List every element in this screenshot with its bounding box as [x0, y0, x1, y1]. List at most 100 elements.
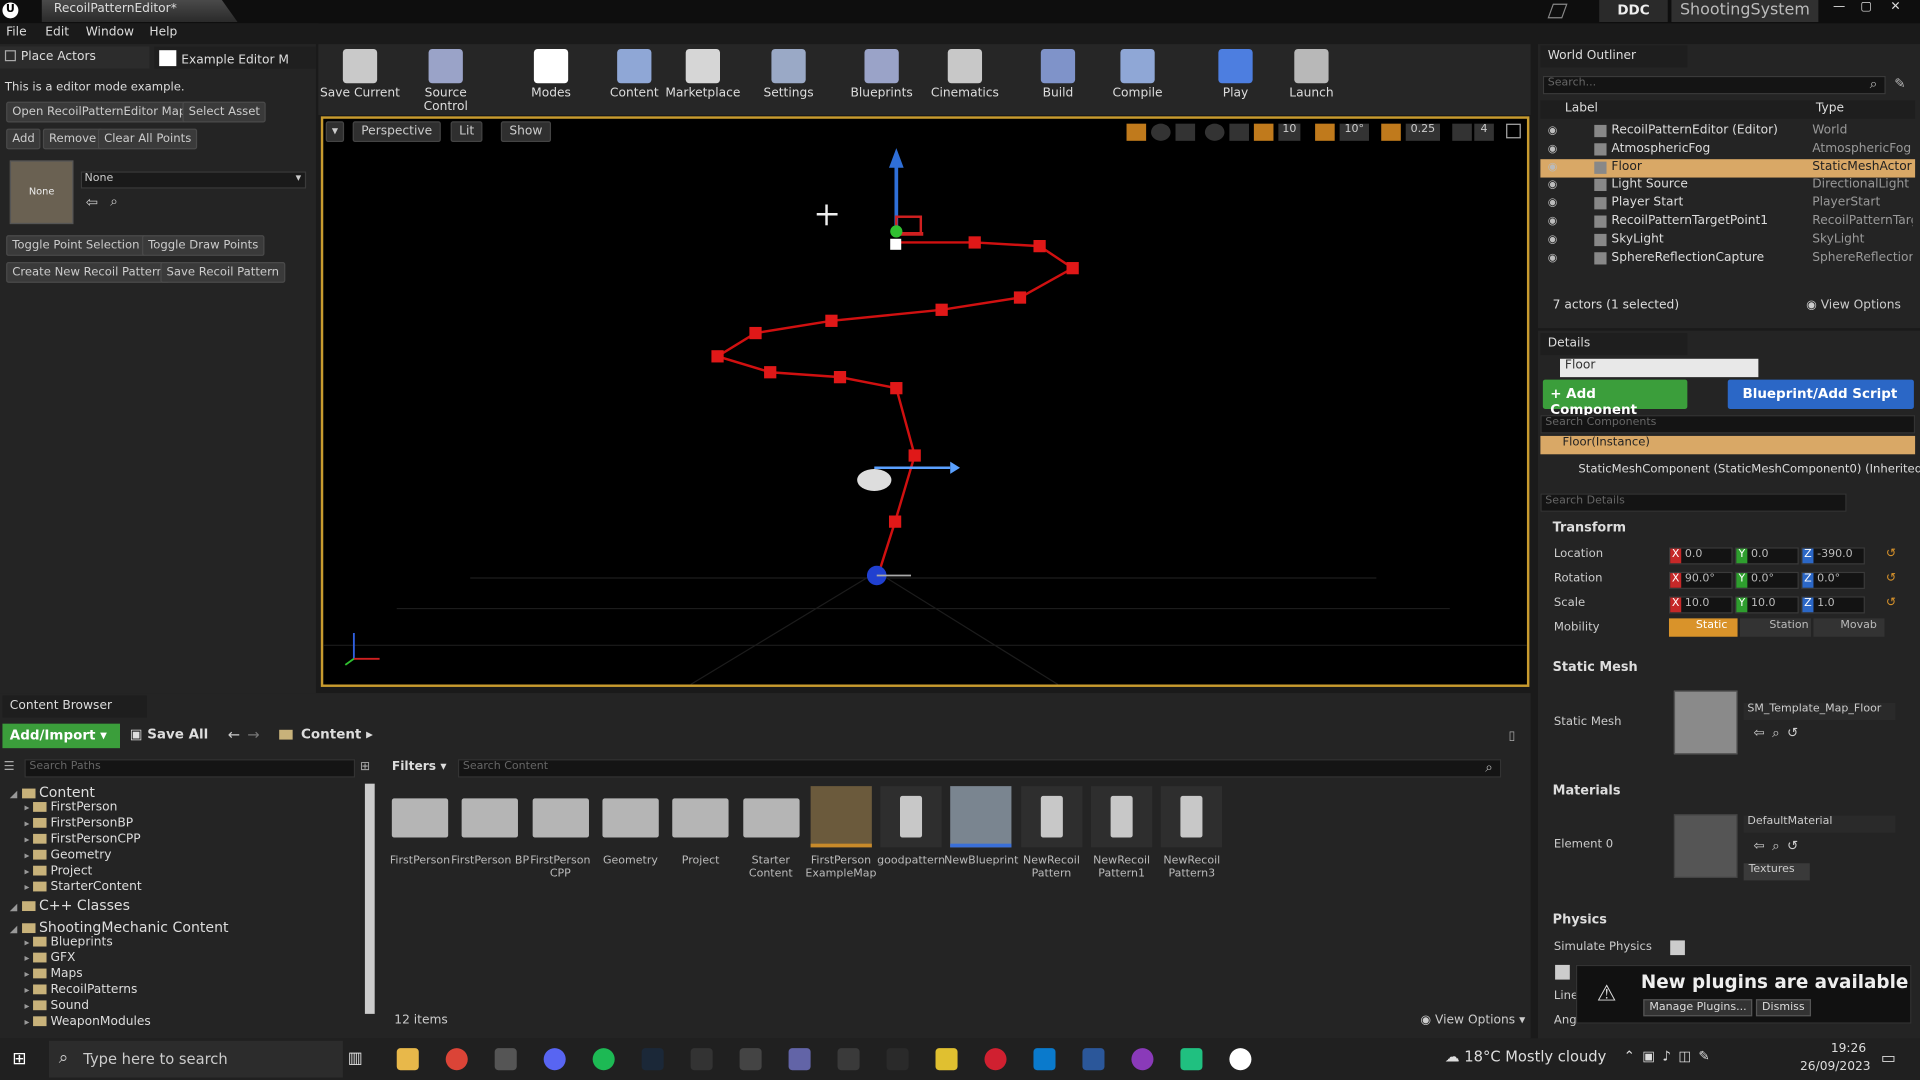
content-asset-tile[interactable]: [950, 786, 1012, 848]
actor-name-field[interactable]: Floor: [1560, 358, 1759, 378]
toolbar-compile-button[interactable]: Compile: [1096, 47, 1179, 100]
add-filter-icon[interactable]: ✎: [1894, 76, 1905, 92]
asset-dropdown[interactable]: None ▾: [80, 171, 307, 189]
material-dropdown[interactable]: DefaultMaterial: [1743, 815, 1896, 833]
folder-app-icon[interactable]: [935, 1048, 958, 1071]
content-asset-tile[interactable]: [1020, 786, 1083, 848]
content-asset-tile[interactable]: [670, 786, 731, 847]
toggle-draw-points-button[interactable]: Toggle Draw Points: [142, 235, 265, 256]
visibility-eye-icon[interactable]: ◉: [1548, 197, 1558, 209]
location-label[interactable]: Location: [1554, 547, 1603, 560]
location-z-field[interactable]: Z -390.0: [1801, 547, 1865, 565]
sources-toggle-icon[interactable]: ☰: [4, 760, 15, 773]
unity-icon[interactable]: [837, 1048, 860, 1071]
taskbar-search[interactable]: ⌕ Type here to search: [48, 1040, 343, 1078]
content-asset-tile[interactable]: [460, 786, 521, 847]
back-arrow-icon[interactable]: ←: [228, 726, 240, 743]
app-icon[interactable]: [690, 1048, 713, 1071]
visibility-eye-icon[interactable]: ◉: [1548, 252, 1558, 264]
location-y-field[interactable]: Y 0.0: [1735, 547, 1799, 565]
path-breadcrumb[interactable]: Content ▸: [279, 726, 373, 742]
filters-button[interactable]: Filters ▾: [392, 760, 447, 773]
content-asset-tile[interactable]: [880, 786, 942, 848]
folder-tree-item[interactable]: ▸ FirstPersonCPP: [24, 833, 140, 846]
outliner-row[interactable]: ◉ SphereReflectionCapture SphereReflection…: [1540, 249, 1915, 267]
content-asset-tile[interactable]: [740, 786, 801, 847]
folder-tree-item[interactable]: ▸ FirstPersonBP: [24, 817, 133, 830]
static-mesh-section-header[interactable]: Static Mesh: [1540, 660, 1915, 680]
folder-tree-item[interactable]: ▸ WeaponModules: [24, 1015, 150, 1028]
reset-to-default-icon[interactable]: ↺: [1886, 596, 1896, 609]
forward-arrow-icon[interactable]: →: [247, 726, 259, 743]
dismiss-button[interactable]: Dismiss: [1755, 999, 1811, 1017]
reset-to-default-icon[interactable]: ↺: [1886, 572, 1896, 585]
rotation-y-field[interactable]: Y 0.0°: [1735, 571, 1799, 589]
world-outliner-tab[interactable]: World Outliner: [1540, 45, 1688, 68]
folder-tree-item[interactable]: ▸ Sound: [24, 999, 89, 1012]
use-selected-arrow-icon[interactable]: ⇦: [86, 193, 98, 210]
recoil-point[interactable]: [1013, 291, 1027, 304]
menu-file[interactable]: File: [6, 26, 26, 39]
content-asset-tile[interactable]: [389, 786, 450, 847]
mobility-stationary-button[interactable]: Station: [1740, 618, 1812, 637]
outliner-row[interactable]: ◉ SkyLight SkyLight: [1540, 231, 1915, 249]
scale-z-field[interactable]: Z 1.0: [1801, 596, 1865, 614]
search-details-input[interactable]: Search Details: [1540, 493, 1847, 512]
details-tab[interactable]: Details: [1540, 333, 1688, 356]
toolbar-build-button[interactable]: Build: [1016, 47, 1099, 100]
rotation-label[interactable]: Rotation: [1554, 572, 1603, 585]
material-thumbnail[interactable]: [1673, 814, 1738, 878]
column-label[interactable]: Label: [1565, 102, 1598, 115]
toolbar-cinematics-button[interactable]: Cinematics: [923, 47, 1006, 100]
rotation-x-field[interactable]: X 90.0°: [1668, 571, 1733, 589]
recoil-point[interactable]: [968, 236, 981, 249]
app-icon[interactable]: [494, 1048, 517, 1071]
add-button[interactable]: Add: [6, 128, 41, 150]
content-view-options[interactable]: ◉ View Options ▾: [1420, 1014, 1525, 1027]
recoil-point[interactable]: [825, 314, 838, 327]
chrome-icon[interactable]: [445, 1048, 468, 1071]
word-icon[interactable]: [1082, 1048, 1105, 1071]
menu-window[interactable]: Window: [86, 26, 134, 39]
static-mesh-thumbnail[interactable]: [1673, 690, 1738, 755]
visibility-eye-icon[interactable]: ◉: [1548, 143, 1558, 155]
outliner-row[interactable]: ◉ RecoilPatternEditor (Editor) World: [1540, 122, 1915, 140]
vscode-icon[interactable]: [1033, 1048, 1056, 1071]
create-recoil-pattern-button[interactable]: Create New Recoil Pattern: [6, 262, 171, 283]
reset-to-default-icon[interactable]: ↺: [1886, 547, 1896, 560]
content-asset-tile[interactable]: [1091, 786, 1153, 848]
visibility-eye-icon[interactable]: ◉: [1548, 216, 1558, 228]
windows-start-icon[interactable]: ⊞: [12, 1049, 26, 1069]
menu-help[interactable]: Help: [149, 26, 177, 39]
recoil-point[interactable]: [890, 382, 903, 395]
folder-tree-item[interactable]: ▸ StarterContent: [24, 880, 141, 893]
folder-tree-item[interactable]: ▸ GFX: [24, 951, 75, 964]
toggle-point-selection-button[interactable]: Toggle Point Selection: [6, 235, 146, 256]
recoil-point[interactable]: [1033, 240, 1046, 253]
menu-edit[interactable]: Edit: [45, 26, 69, 39]
mobility-static-button[interactable]: Static: [1668, 618, 1738, 637]
teams-icon[interactable]: [788, 1048, 811, 1071]
tab-place-actors[interactable]: Place Actors: [0, 46, 150, 69]
asset-thumbnail[interactable]: None: [9, 160, 74, 225]
visibility-eye-icon[interactable]: ◉: [1548, 161, 1558, 173]
tree-scrollbar[interactable]: [364, 783, 375, 1014]
folder-tree-item[interactable]: ▸ Blueprints: [24, 936, 112, 949]
location-x-field[interactable]: X 0.0: [1668, 547, 1733, 565]
spotify-icon[interactable]: [592, 1048, 615, 1071]
folder-tree-item[interactable]: ▸ Maps: [24, 967, 82, 980]
search-components-input[interactable]: Search Components: [1540, 415, 1916, 434]
unreal-engine-taskbar-icon[interactable]: [1229, 1048, 1252, 1071]
clock-date[interactable]: 26/09/2023: [1800, 1060, 1871, 1073]
recoil-point[interactable]: [749, 326, 762, 340]
outliner-view-options[interactable]: ◉ View Options: [1806, 299, 1901, 312]
app-icon[interactable]: [984, 1048, 1007, 1071]
toolbar-source-control-button[interactable]: Source Control: [404, 47, 487, 114]
folder-tree-item[interactable]: ◢ Content: [10, 784, 95, 801]
textures-dropdown[interactable]: Textures: [1743, 863, 1810, 881]
steam-icon[interactable]: [641, 1048, 664, 1071]
toolbar-play-button[interactable]: Play: [1194, 47, 1277, 100]
task-view-icon[interactable]: ▥: [348, 1049, 363, 1067]
recoil-point[interactable]: [888, 515, 902, 528]
path-view-options-icon[interactable]: ⊞: [360, 760, 370, 773]
